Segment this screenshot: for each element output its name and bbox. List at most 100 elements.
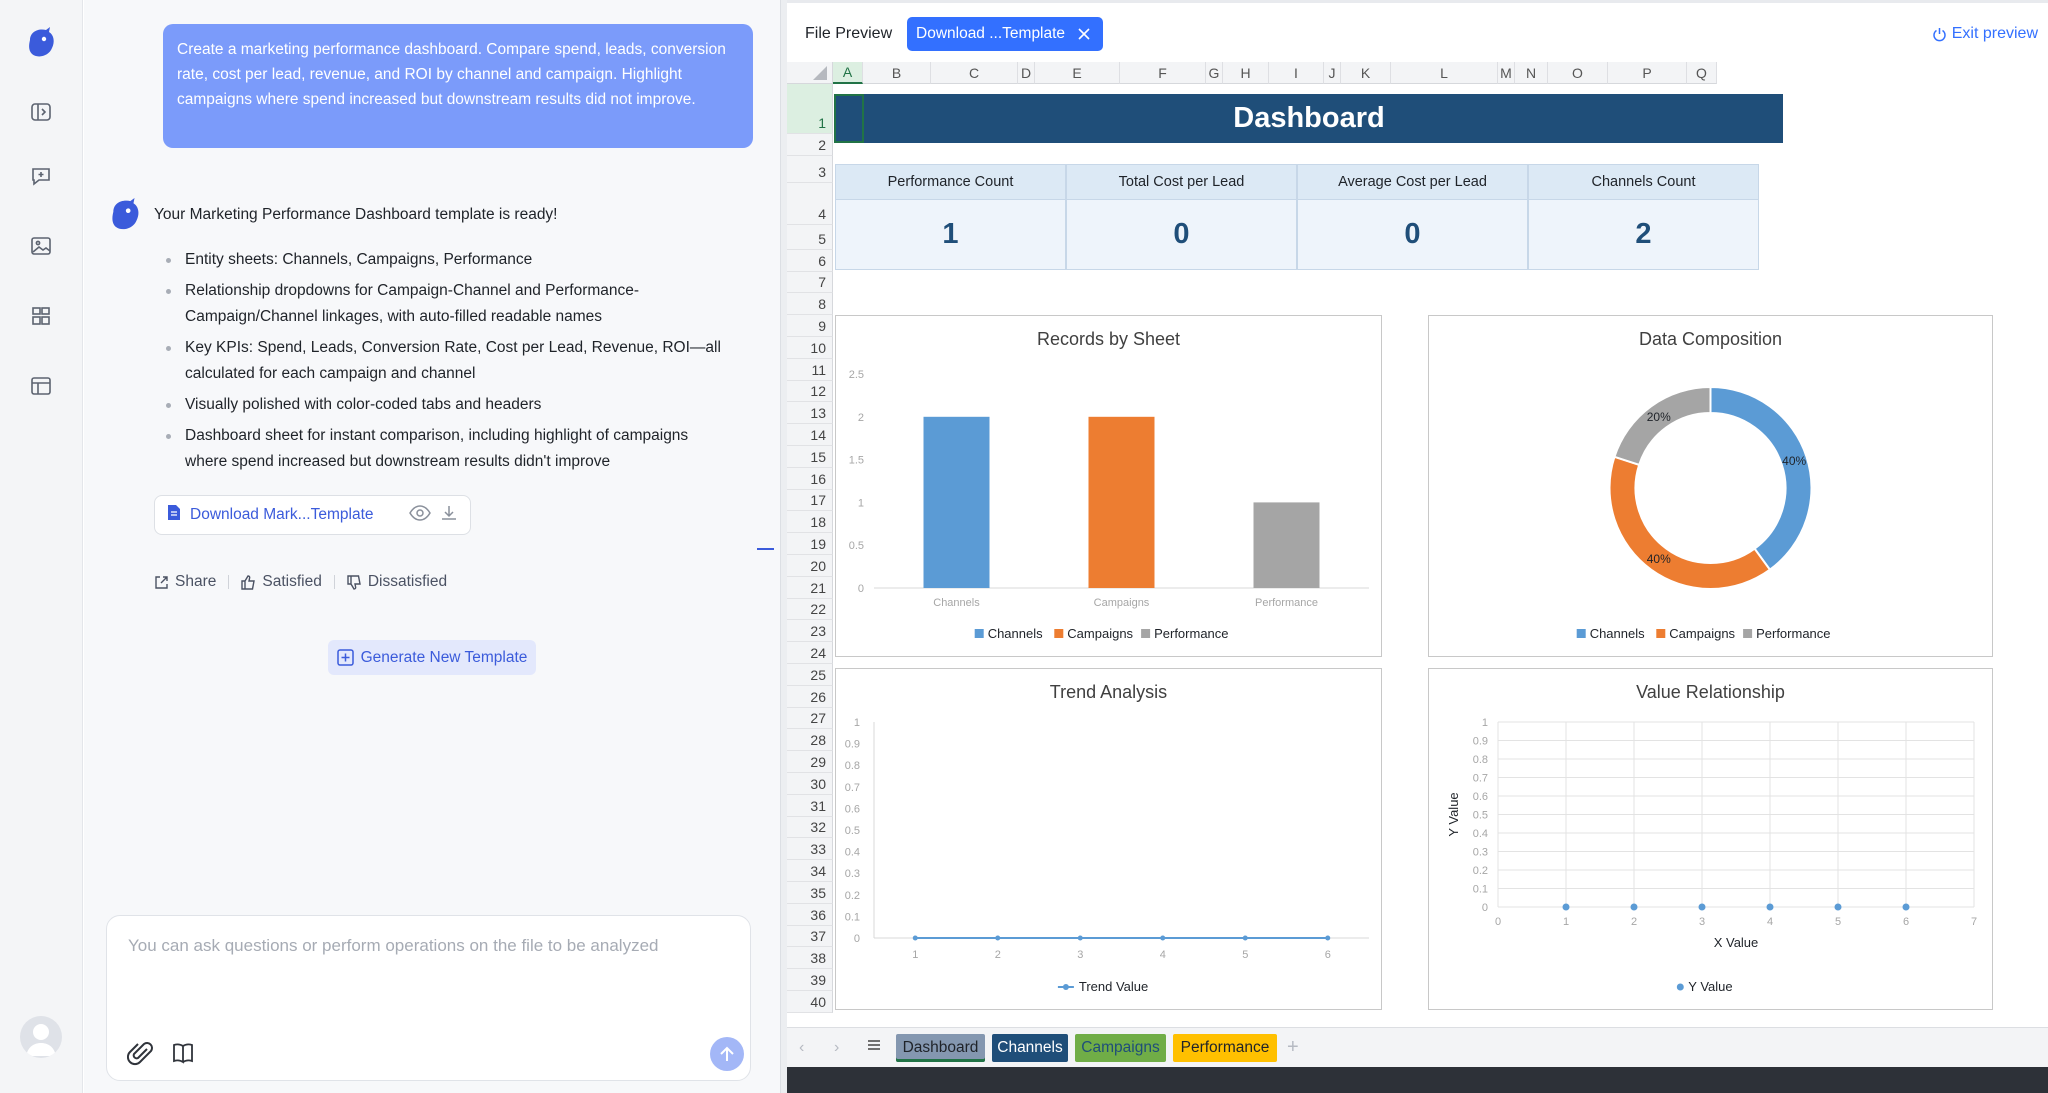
select-all-corner[interactable] — [787, 62, 833, 84]
row-header-9[interactable]: 9 — [787, 315, 833, 337]
row-header-40[interactable]: 40 — [787, 991, 833, 1013]
row-header-17[interactable]: 17 — [787, 489, 833, 512]
tab-scroll-right-icon[interactable]: › — [834, 1039, 839, 1057]
row-header-3[interactable]: 3 — [787, 155, 833, 183]
row-header-24[interactable]: 24 — [787, 642, 833, 664]
row-header-8[interactable]: 8 — [787, 293, 833, 316]
row-header-14[interactable]: 14 — [787, 424, 833, 446]
row-header-36[interactable]: 36 — [787, 903, 833, 926]
sheet-tab-channels[interactable]: Channels — [992, 1034, 1068, 1062]
row-header-22[interactable]: 22 — [787, 598, 833, 621]
preview-file-tab[interactable]: Download ...Template — [907, 17, 1103, 51]
spreadsheet-grid[interactable]: ABCDEFGHIJKLMNOPQ 1 2 3 4 5 6 7 8 9 10 11 12 13 14 15 1… — [787, 62, 2048, 1027]
row-header-35[interactable]: 35 — [787, 882, 833, 904]
column-header-n[interactable]: N — [1515, 62, 1548, 84]
row-header-13[interactable]: 13 — [787, 402, 833, 425]
row-header-20[interactable]: 20 — [787, 555, 833, 577]
trend-analysis-chart[interactable]: Trend Analysis 0 0.1 0.2 0.3 0.4 0.5 0.6 0.7 0.8 0… — [835, 668, 1382, 1010]
row-header-4[interactable]: 4 — [787, 182, 833, 225]
column-header-g[interactable]: G — [1206, 62, 1223, 84]
row-header-18[interactable]: 18 — [787, 511, 833, 534]
layout-icon[interactable] — [26, 371, 56, 401]
dissatisfied-button[interactable]: Dissatisfied — [347, 573, 459, 591]
knowledge-book-icon[interactable] — [171, 1041, 195, 1070]
trend-point — [1077, 935, 1083, 941]
sidebar-toggle-icon[interactable] — [26, 97, 56, 127]
app-logo-icon[interactable] — [24, 26, 58, 62]
close-icon[interactable] — [1077, 27, 1091, 41]
column-header-h[interactable]: H — [1223, 62, 1269, 84]
row-header-33[interactable]: 33 — [787, 838, 833, 861]
column-header-j[interactable]: J — [1324, 62, 1341, 84]
row-header-23[interactable]: 23 — [787, 620, 833, 643]
row-header-34[interactable]: 34 — [787, 860, 833, 882]
row-header-38[interactable]: 38 — [787, 947, 833, 970]
value-relationship-chart[interactable]: Value Relationship 0 0.1 0.2 0.3 0.4 0.5 0.6 0.7… — [1428, 668, 1993, 1010]
column-header-p[interactable]: P — [1608, 62, 1687, 84]
column-header-d[interactable]: D — [1018, 62, 1035, 84]
chat-input-placeholder[interactable]: You can ask questions or perform operati… — [128, 936, 659, 956]
tab-scroll-left-icon[interactable]: ‹ — [799, 1039, 804, 1057]
row-header-16[interactable]: 16 — [787, 467, 833, 490]
sheet-tab-performance[interactable]: Performance — [1173, 1034, 1277, 1062]
file-name-link[interactable]: Download Mark...Template — [190, 506, 400, 524]
column-header-c[interactable]: C — [931, 62, 1018, 84]
column-header-k[interactable]: K — [1341, 62, 1391, 84]
column-header-q[interactable]: Q — [1687, 62, 1717, 84]
preview-eye-icon[interactable] — [409, 504, 431, 526]
column-header-f[interactable]: F — [1120, 62, 1206, 84]
data-composition-chart[interactable]: Data Composition 40% 40% 20% Channels Campaig… — [1428, 315, 1993, 657]
column-header-m[interactable]: M — [1498, 62, 1515, 84]
sheet-tab-campaigns[interactable]: Campaigns — [1075, 1034, 1166, 1062]
row-header-6[interactable]: 6 — [787, 249, 833, 272]
attach-paperclip-icon[interactable] — [126, 1040, 155, 1073]
column-header-b[interactable]: B — [863, 62, 931, 84]
send-button[interactable] — [710, 1037, 744, 1071]
chat-input-box[interactable]: You can ask questions or perform operati… — [106, 915, 751, 1081]
row-header-32[interactable]: 32 — [787, 816, 833, 839]
sheet-list-menu-icon[interactable] — [866, 1037, 882, 1058]
satisfied-button[interactable]: Satisfied — [241, 573, 333, 591]
exit-preview-button[interactable]: Exit preview — [1932, 25, 2038, 43]
row-header-30[interactable]: 30 — [787, 773, 833, 795]
user-avatar[interactable] — [20, 1016, 62, 1058]
row-header-39[interactable]: 39 — [787, 969, 833, 991]
templates-icon[interactable] — [26, 301, 56, 331]
row-header-37[interactable]: 37 — [787, 925, 833, 948]
column-header-a[interactable]: A — [833, 62, 863, 84]
download-icon[interactable] — [440, 504, 458, 527]
file-attachment[interactable]: Download Mark...Template — [154, 495, 471, 535]
image-tool-icon[interactable] — [26, 231, 56, 261]
row-header-29[interactable]: 29 — [787, 751, 833, 773]
row-header-21[interactable]: 21 — [787, 576, 833, 599]
column-header-i[interactable]: I — [1269, 62, 1324, 84]
row-header-5[interactable]: 5 — [787, 224, 833, 250]
add-sheet-icon[interactable]: + — [1287, 1036, 1299, 1059]
row-header-10[interactable]: 10 — [787, 337, 833, 359]
new-chat-icon[interactable] — [26, 161, 56, 191]
generate-new-template-button[interactable]: Generate New Template — [328, 640, 536, 675]
row-header-19[interactable]: 19 — [787, 533, 833, 555]
row-header-31[interactable]: 31 — [787, 794, 833, 817]
share-button[interactable]: Share — [154, 573, 228, 591]
active-cell-a1[interactable] — [834, 94, 864, 143]
row-header-12[interactable]: 12 — [787, 380, 833, 403]
row-header-26[interactable]: 26 — [787, 685, 833, 708]
panel-resize-handle[interactable] — [757, 0, 787, 1093]
row-header-28[interactable]: 28 — [787, 729, 833, 752]
row-header-2[interactable]: 2 — [787, 134, 833, 156]
resize-grip[interactable] — [757, 548, 774, 550]
row-header-1[interactable]: 1 — [787, 84, 833, 134]
row-header-7[interactable]: 7 — [787, 271, 833, 294]
column-header-o[interactable]: O — [1548, 62, 1608, 84]
records-by-sheet-chart[interactable]: Records by Sheet 0 0.5 1 1.5 2 2.5 Channels Camp… — [835, 315, 1382, 657]
y-tick-label: 0.2 — [845, 890, 860, 902]
column-header-e[interactable]: E — [1035, 62, 1120, 84]
row-header-15[interactable]: 15 — [787, 446, 833, 468]
column-header-l[interactable]: L — [1391, 62, 1498, 84]
y-tick-label: 0.6 — [845, 803, 860, 815]
row-header-25[interactable]: 25 — [787, 664, 833, 686]
row-header-11[interactable]: 11 — [787, 358, 833, 381]
row-header-27[interactable]: 27 — [787, 707, 833, 730]
sheet-tab-dashboard[interactable]: Dashboard — [896, 1034, 985, 1062]
